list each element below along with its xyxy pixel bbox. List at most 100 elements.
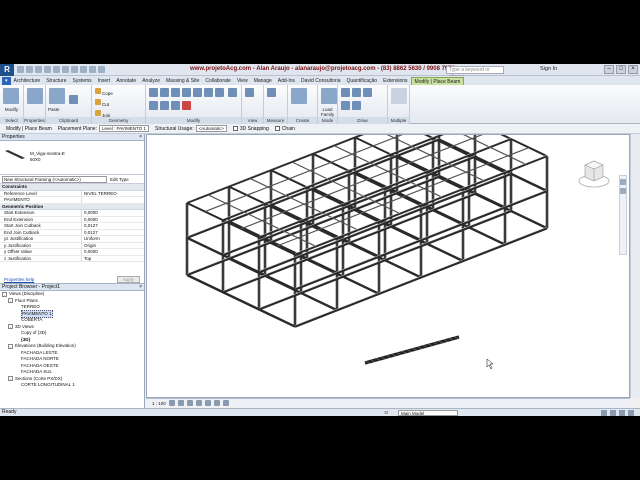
- type-selector[interactable]: M_Viga-mestra-E 50X0: [0, 141, 144, 175]
- tab-collaborate[interactable]: Collaborate: [202, 77, 234, 85]
- measure-tool-icon[interactable]: [267, 88, 276, 97]
- split-icon[interactable]: [227, 88, 237, 97]
- offset-icon[interactable]: [160, 88, 169, 97]
- hide-icon[interactable]: [245, 88, 254, 97]
- visual-style-icon[interactable]: [177, 400, 184, 406]
- property-value[interactable]: 0,0000: [82, 210, 144, 216]
- tab-add-ins[interactable]: Add-Ins: [275, 77, 298, 85]
- tab-architecture[interactable]: Architecture: [11, 77, 44, 85]
- array-icon[interactable]: [149, 101, 158, 110]
- cope-icon[interactable]: [95, 88, 101, 94]
- tab-extensions[interactable]: Extensions: [380, 77, 410, 85]
- browser-node[interactable]: CORTE LONGITUDINAL 1: [0, 382, 144, 389]
- tab-massing-site[interactable]: Massing & Site: [163, 77, 202, 85]
- reveal-hidden-icon[interactable]: [222, 400, 229, 406]
- tab-david-consultoria[interactable]: David Consultoria: [298, 77, 343, 85]
- mirror-icon[interactable]: [171, 88, 180, 97]
- property-value[interactable]: Uniform: [82, 236, 144, 242]
- create-assembly-icon[interactable]: [291, 88, 307, 104]
- sun-path-icon[interactable]: [186, 400, 193, 406]
- tree-toggle-icon[interactable]: -: [8, 376, 13, 382]
- move-icon[interactable]: [182, 88, 191, 97]
- close-icon[interactable]: ×: [139, 284, 142, 291]
- edit-type-button[interactable]: Edit Type: [110, 177, 129, 182]
- properties-icon[interactable]: [27, 88, 43, 104]
- undo-icon[interactable]: [35, 66, 42, 73]
- arc-icon[interactable]: [352, 88, 361, 97]
- 3d-view-canvas[interactable]: [146, 134, 630, 398]
- load-family-icon[interactable]: [321, 88, 337, 104]
- scale-icon[interactable]: [160, 101, 169, 110]
- detail-level-icon[interactable]: [168, 400, 175, 406]
- on-grids-icon[interactable]: [391, 88, 407, 104]
- placement-plane-select[interactable]: Level : PAVIMENTO 1: [98, 125, 149, 132]
- text-icon[interactable]: [71, 66, 78, 73]
- tab-insert[interactable]: Insert: [95, 77, 114, 85]
- tab-quantificacao[interactable]: Quantificação: [343, 77, 380, 85]
- properties-help-link[interactable]: Properties help: [4, 277, 34, 282]
- temporary-hide-icon[interactable]: [213, 400, 220, 406]
- delete-icon[interactable]: [182, 101, 191, 110]
- property-value[interactable]: NIVEL TERREO: [82, 191, 144, 197]
- measure-icon[interactable]: [62, 66, 69, 73]
- pin-icon[interactable]: [171, 101, 180, 110]
- tab-annotate[interactable]: Annotate: [113, 77, 139, 85]
- modify-cursor-icon[interactable]: [3, 88, 19, 104]
- join-icon[interactable]: [95, 110, 101, 116]
- group-label-select[interactable]: Select: [0, 117, 23, 124]
- copy-icon[interactable]: [68, 95, 78, 104]
- tangent-arc-icon[interactable]: [341, 101, 350, 110]
- print-icon[interactable]: [53, 66, 60, 73]
- pick-line-icon[interactable]: [363, 88, 372, 97]
- save-icon[interactable]: [26, 66, 33, 73]
- instance-filter-select[interactable]: New Structural Framing (<Automatic>): [2, 175, 107, 183]
- sign-in-button[interactable]: Sign In: [540, 66, 557, 72]
- apply-button[interactable]: Apply: [116, 275, 140, 283]
- chain-checkbox[interactable]: [274, 126, 280, 131]
- copy-element-icon[interactable]: [193, 88, 202, 97]
- property-value[interactable]: 0,0127: [82, 230, 144, 236]
- section-icon[interactable]: [89, 66, 96, 73]
- trim-icon[interactable]: [215, 88, 224, 97]
- cut-icon[interactable]: [95, 99, 101, 105]
- tab-modify-place-beam[interactable]: Modify | Place Beam: [410, 77, 465, 85]
- steering-wheel-icon[interactable]: [620, 179, 626, 185]
- tab-manage[interactable]: Manage: [251, 77, 275, 85]
- rotate-icon[interactable]: [204, 88, 213, 97]
- tree-toggle-icon[interactable]: -: [2, 291, 7, 297]
- 3d-view-icon[interactable]: [80, 66, 87, 73]
- zoom-icon[interactable]: [620, 188, 626, 194]
- paste-icon[interactable]: [49, 88, 65, 104]
- maximize-icon[interactable]: □: [616, 65, 626, 74]
- property-value[interactable]: 0,0127: [82, 223, 144, 229]
- property-value[interactable]: 0,0000: [82, 249, 144, 255]
- tree-toggle-icon[interactable]: -: [8, 343, 13, 349]
- property-value[interactable]: [82, 197, 144, 203]
- property-value[interactable]: 0,0000: [82, 217, 144, 223]
- vertical-scrollbar[interactable]: [630, 134, 640, 398]
- structural-usage-select[interactable]: <Automatic>: [195, 125, 227, 132]
- tree-toggle-icon[interactable]: -: [8, 298, 13, 304]
- minimize-icon[interactable]: –: [604, 65, 614, 74]
- open-icon[interactable]: [17, 66, 24, 73]
- tree-toggle-icon[interactable]: -: [8, 324, 13, 330]
- tab-file[interactable]: ▾: [2, 77, 11, 85]
- tab-analyze[interactable]: Analyze: [139, 77, 163, 85]
- close-icon[interactable]: ×: [628, 65, 638, 74]
- app-menu-button[interactable]: R: [0, 64, 14, 76]
- line-icon[interactable]: [341, 88, 350, 97]
- tab-systems[interactable]: Systems: [70, 77, 95, 85]
- align-icon[interactable]: [149, 88, 158, 97]
- close-icon[interactable]: ×: [139, 134, 142, 141]
- tab-view[interactable]: View: [234, 77, 251, 85]
- redo-icon[interactable]: [44, 66, 51, 73]
- viewcube-icon[interactable]: [577, 155, 611, 189]
- tab-structure[interactable]: Structure: [43, 77, 69, 85]
- view-scale[interactable]: 1 : 100: [152, 401, 166, 406]
- crop-view-icon[interactable]: [204, 400, 211, 406]
- 3d-snapping-checkbox[interactable]: [232, 126, 238, 131]
- property-value[interactable]: Origin: [82, 243, 144, 249]
- property-value[interactable]: Top: [82, 256, 144, 262]
- shadows-icon[interactable]: [195, 400, 202, 406]
- search-input[interactable]: Type a keyword or phrase: [446, 66, 504, 80]
